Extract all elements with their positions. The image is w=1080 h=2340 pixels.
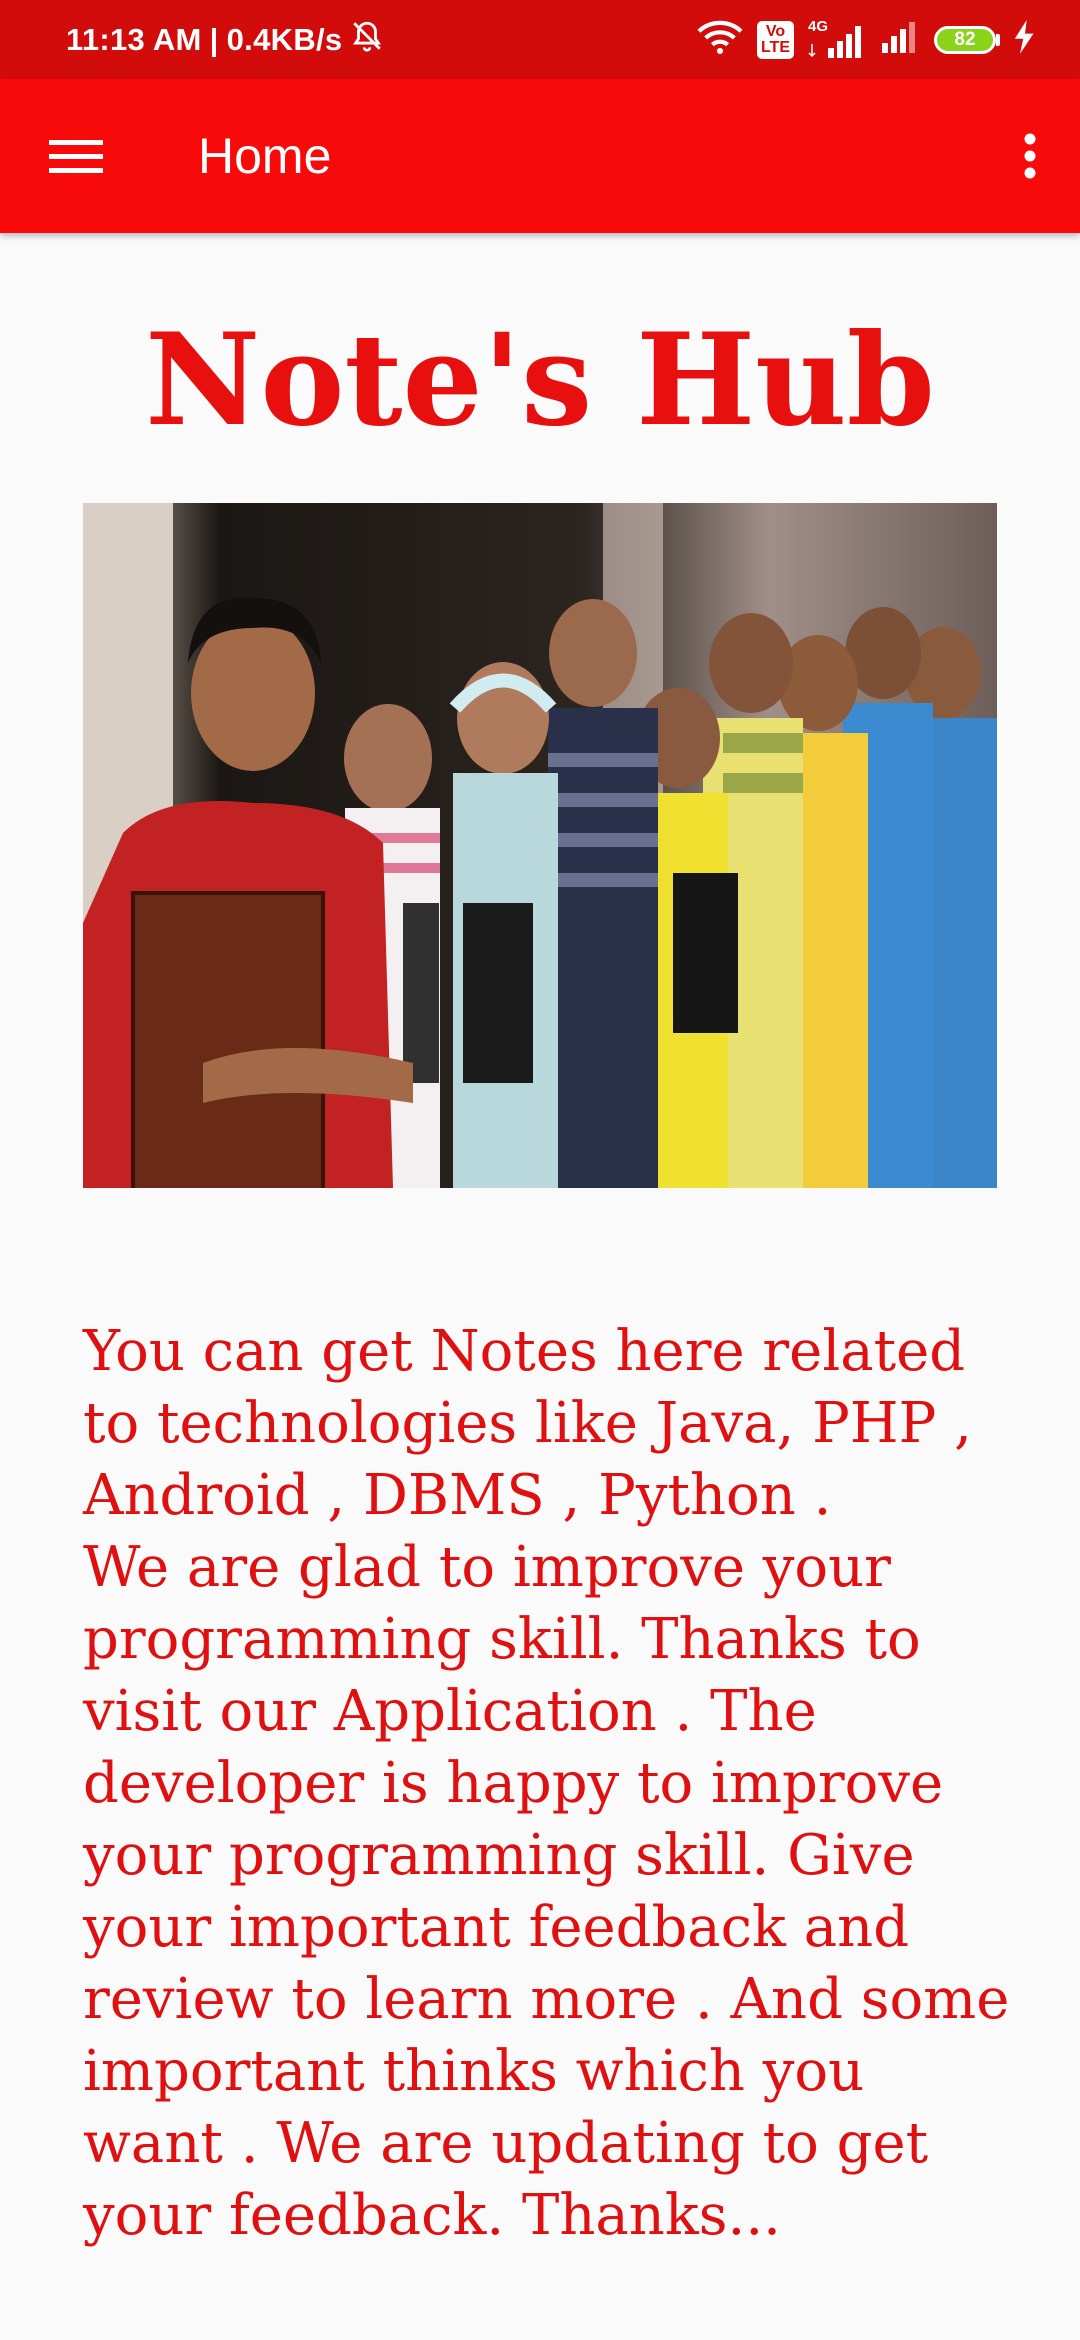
alarm-off-icon	[350, 19, 384, 61]
more-vert-icon[interactable]	[998, 124, 1062, 188]
volte-icon: Vo LTE	[756, 20, 794, 59]
status-bar: 11:13 AM | 0.4KB/s Vo LTE 4G 82	[0, 0, 1080, 79]
app-bar: Home	[0, 79, 1080, 233]
students-photo	[83, 503, 997, 1188]
signal-4g-icon: 4G	[808, 18, 866, 60]
status-time: 11:13 AM	[66, 21, 202, 57]
battery-level: 82	[934, 25, 996, 54]
status-right: Vo LTE 4G 82	[697, 18, 1036, 60]
page-title: Home	[198, 128, 332, 184]
wifi-icon	[697, 19, 743, 60]
status-separator: |	[209, 21, 219, 57]
app-heading: Note's Hub	[145, 306, 935, 454]
charging-icon	[1014, 20, 1036, 59]
battery-tip	[996, 33, 1000, 46]
status-left: 11:13 AM | 0.4KB/s	[66, 19, 384, 61]
battery-indicator: 82	[934, 25, 1000, 54]
volte-label-top: Vo	[765, 22, 786, 40]
hamburger-menu-icon[interactable]	[44, 124, 108, 188]
signal-icon	[880, 19, 920, 60]
description-text: You can get Notes here related to techno…	[83, 1319, 1010, 2248]
volte-label-bottom: LTE	[760, 38, 790, 56]
network-speed: 0.4KB/s	[226, 21, 343, 57]
